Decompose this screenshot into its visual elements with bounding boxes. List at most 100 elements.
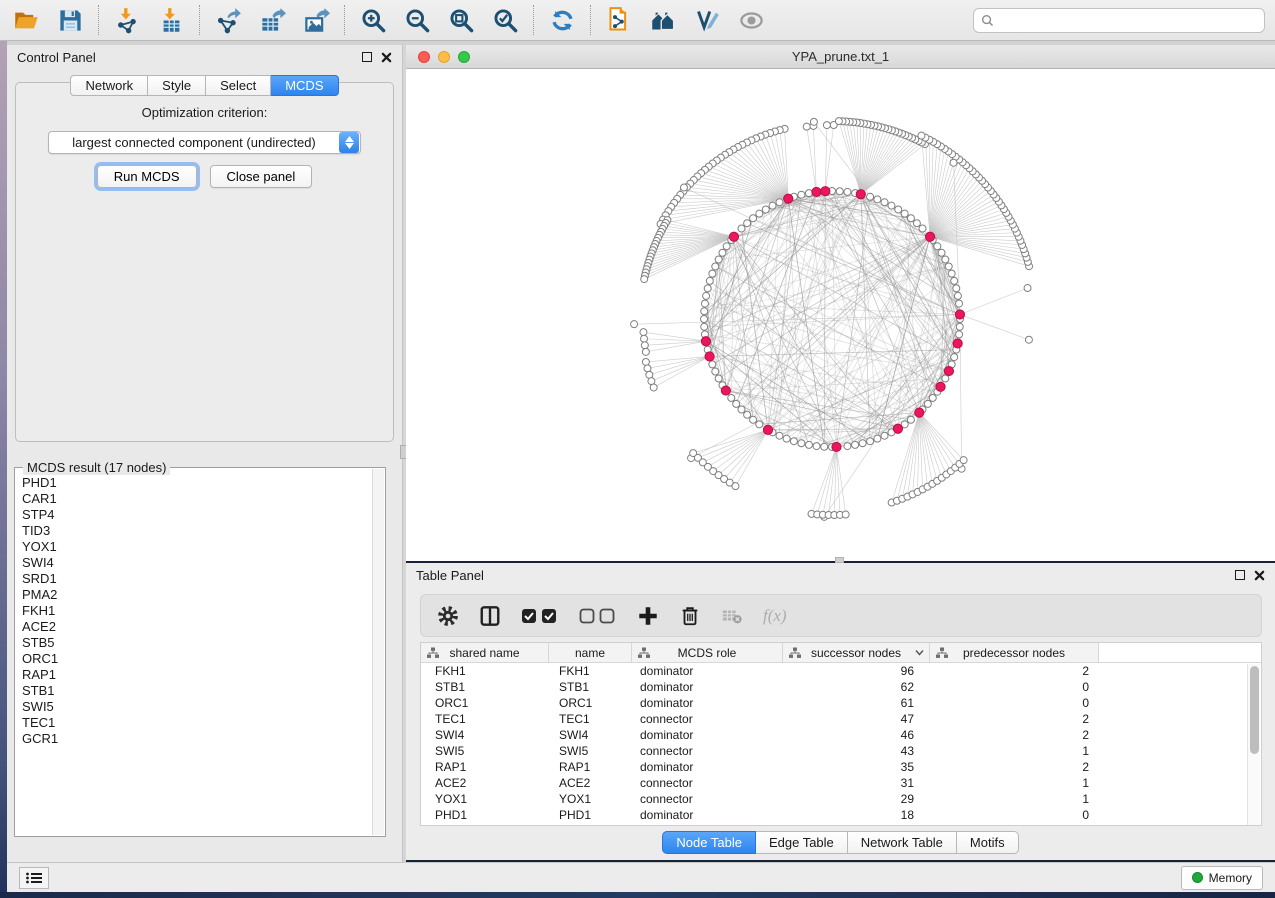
network-node[interactable] xyxy=(701,323,708,330)
network-node[interactable] xyxy=(859,440,866,447)
network-node[interactable] xyxy=(844,443,851,450)
leaf-node[interactable] xyxy=(631,321,638,328)
close-panel-icon[interactable] xyxy=(1254,570,1265,581)
leaf-node[interactable] xyxy=(650,384,657,391)
network-node[interactable] xyxy=(948,270,955,277)
optimization-criterion-select[interactable]: largest connected component (undirected) xyxy=(48,131,361,154)
table-scrollbar[interactable] xyxy=(1247,664,1260,825)
import-table-icon[interactable] xyxy=(155,5,187,35)
leaf-node[interactable] xyxy=(644,365,651,372)
network-node[interactable] xyxy=(733,400,740,407)
network-node[interactable] xyxy=(703,292,710,299)
tab-style[interactable]: Style xyxy=(148,75,206,96)
mcds-result-list[interactable]: PHD1CAR1STP4TID3YOX1SWI4SRD1PMA2FKH1ACE2… xyxy=(16,469,372,835)
network-node[interactable] xyxy=(701,300,708,307)
network-node[interactable] xyxy=(867,193,874,200)
network-node[interactable] xyxy=(924,400,931,407)
mcds-hub-node[interactable] xyxy=(915,408,924,417)
leaf-node[interactable] xyxy=(680,184,687,191)
leaf-node[interactable] xyxy=(641,276,648,283)
network-node[interactable] xyxy=(953,285,960,292)
memory-button[interactable]: Memory xyxy=(1181,866,1263,890)
network-canvas[interactable] xyxy=(406,69,1275,560)
network-node[interactable] xyxy=(798,440,805,447)
leaf-node[interactable] xyxy=(842,511,849,518)
tab-motifs[interactable]: Motifs xyxy=(957,831,1019,854)
network-node[interactable] xyxy=(954,292,961,299)
document-share-icon[interactable] xyxy=(603,5,635,35)
network-node[interactable] xyxy=(712,368,719,375)
mcds-result-item[interactable]: RAP1 xyxy=(22,667,372,683)
add-icon[interactable] xyxy=(637,605,659,627)
network-node[interactable] xyxy=(956,300,963,307)
run-mcds-button[interactable]: Run MCDS xyxy=(97,165,197,188)
network-window-titlebar[interactable]: YPA_prune.txt_1 xyxy=(406,45,1275,69)
network-node[interactable] xyxy=(951,354,958,361)
leaf-node[interactable] xyxy=(810,118,817,125)
eye-hidden-icon[interactable] xyxy=(735,5,767,35)
mcds-result-item[interactable]: ACE2 xyxy=(22,619,372,635)
network-node[interactable] xyxy=(706,277,713,284)
network-node[interactable] xyxy=(701,316,708,323)
column-header-predecessor-nodes[interactable]: predecessor nodes xyxy=(930,643,1099,662)
refresh-icon[interactable] xyxy=(546,5,578,35)
network-node[interactable] xyxy=(744,220,751,227)
mcds-result-item[interactable]: CAR1 xyxy=(22,491,372,507)
search-input[interactable] xyxy=(999,13,1257,27)
tab-edge-table[interactable]: Edge Table xyxy=(756,831,848,854)
network-node[interactable] xyxy=(907,215,914,222)
network-node[interactable] xyxy=(738,225,745,232)
network-node[interactable] xyxy=(762,206,769,213)
network-node[interactable] xyxy=(805,441,812,448)
mcds-hub-node[interactable] xyxy=(925,232,934,241)
leaf-node[interactable] xyxy=(918,132,925,139)
table-row[interactable]: ACE2ACE2connector311 xyxy=(421,775,1261,791)
mcds-hub-node[interactable] xyxy=(944,366,953,375)
network-node[interactable] xyxy=(750,215,757,222)
mcds-hub-node[interactable] xyxy=(784,194,793,203)
leaf-node[interactable] xyxy=(641,335,648,342)
mcds-list-scrollbar[interactable] xyxy=(372,469,384,835)
leaf-node[interactable] xyxy=(642,358,649,365)
tab-mcds[interactable]: MCDS xyxy=(271,75,338,96)
network-node[interactable] xyxy=(776,432,783,439)
mcds-hub-node[interactable] xyxy=(821,187,830,196)
network-node[interactable] xyxy=(821,443,828,450)
mcds-result-item[interactable]: PMA2 xyxy=(22,587,372,603)
zoom-selected-icon[interactable] xyxy=(489,5,521,35)
network-node[interactable] xyxy=(907,416,914,423)
mcds-hub-node[interactable] xyxy=(856,190,865,199)
network-node[interactable] xyxy=(956,323,963,330)
mcds-hub-node[interactable] xyxy=(953,339,962,348)
gear-icon[interactable] xyxy=(437,605,459,627)
table-row[interactable]: PHD1PHD1dominator180 xyxy=(421,807,1261,823)
network-node[interactable] xyxy=(945,263,952,270)
network-node[interactable] xyxy=(750,416,757,423)
network-node[interactable] xyxy=(723,243,730,250)
leaf-node[interactable] xyxy=(950,159,957,166)
table-row[interactable]: TEC1TEC1connector472 xyxy=(421,711,1261,727)
network-node[interactable] xyxy=(756,210,763,217)
float-panel-icon[interactable] xyxy=(362,52,372,62)
table-row[interactable]: SWI5SWI5connector431 xyxy=(421,743,1261,759)
mcds-result-item[interactable]: YOX1 xyxy=(22,539,372,555)
network-node[interactable] xyxy=(790,438,797,445)
export-network-icon[interactable] xyxy=(212,5,244,35)
mcds-hub-node[interactable] xyxy=(705,352,714,361)
network-node[interactable] xyxy=(874,196,881,203)
mcds-result-item[interactable]: STB5 xyxy=(22,635,372,651)
table-destroy-icon[interactable] xyxy=(721,605,743,627)
tab-node-table[interactable]: Node Table xyxy=(662,831,756,854)
mcds-result-item[interactable]: STB1 xyxy=(22,683,372,699)
mcds-result-item[interactable]: TEC1 xyxy=(22,715,372,731)
network-node[interactable] xyxy=(867,438,874,445)
network-node[interactable] xyxy=(919,225,926,232)
network-node[interactable] xyxy=(881,199,888,206)
tab-network-table[interactable]: Network Table xyxy=(848,831,957,854)
mcds-result-item[interactable]: STP4 xyxy=(22,507,372,523)
mcds-hub-node[interactable] xyxy=(832,442,841,451)
mcds-hub-node[interactable] xyxy=(955,310,964,319)
column-header-shared-name[interactable]: shared name xyxy=(421,643,549,662)
network-node[interactable] xyxy=(719,249,726,256)
mcds-result-item[interactable]: SWI5 xyxy=(22,699,372,715)
